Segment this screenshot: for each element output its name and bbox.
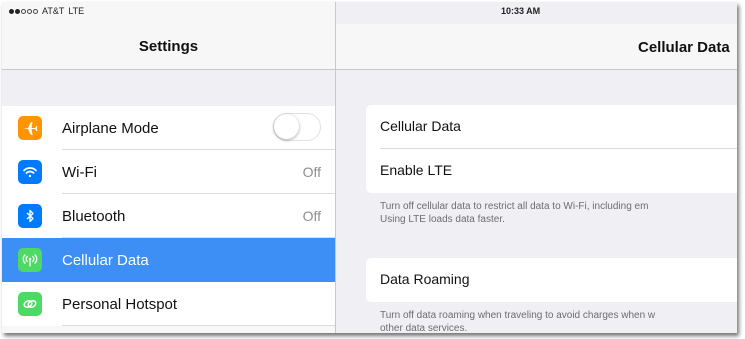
- row-label: Cellular Data: [62, 251, 149, 269]
- footnote-line: Turn off cellular data to restrict all d…: [380, 201, 649, 212]
- settings-row-bluetooth[interactable]: Bluetooth Off: [2, 194, 335, 238]
- cellular-data-row[interactable]: Cellular Data: [366, 105, 737, 149]
- row-label: Bluetooth: [62, 207, 126, 225]
- roaming-settings-group: Data Roaming: [366, 258, 737, 302]
- row-label: Enable LTE: [380, 162, 453, 178]
- footnote-line: Turn off data roaming when traveling to …: [380, 310, 656, 321]
- settings-master-pane: AT&T LTE Settings Airplane Mode Wi-Fi Of…: [2, 2, 336, 333]
- row-label: Personal Hotspot: [62, 295, 178, 313]
- settings-row-airplane-mode[interactable]: Airplane Mode: [2, 106, 335, 150]
- cellular-settings-group: Cellular Data Enable LTE: [366, 105, 737, 193]
- bluetooth-icon: [18, 204, 42, 228]
- row-label: Wi-Fi: [62, 163, 97, 181]
- section-spacer: [2, 70, 335, 106]
- bluetooth-status-value: Off: [302, 208, 321, 224]
- enable-lte-row[interactable]: Enable LTE: [366, 149, 737, 193]
- cellular-detail-pane: 10:33 AM Cellular Data Cellular Data Ena…: [336, 2, 737, 333]
- network-type: LTE: [68, 6, 85, 16]
- antenna-icon: [18, 248, 42, 272]
- settings-row-cellular-data[interactable]: Cellular Data: [2, 238, 335, 282]
- row-label: Data Roaming: [380, 271, 470, 287]
- detail-nav-bar: Cellular Data: [336, 24, 737, 70]
- row-label: Airplane Mode: [62, 119, 159, 137]
- settings-list: Airplane Mode Wi-Fi Off Bluetooth Off Ce…: [2, 106, 335, 326]
- settings-row-personal-hotspot[interactable]: Personal Hotspot: [2, 282, 335, 326]
- toggle-knob: [274, 114, 299, 139]
- wifi-icon: [18, 160, 42, 184]
- carrier-name: AT&T: [42, 6, 65, 16]
- ipad-screen: AT&T LTE Settings Airplane Mode Wi-Fi Of…: [2, 2, 737, 333]
- wifi-status-value: Off: [302, 164, 321, 180]
- data-roaming-row[interactable]: Data Roaming: [366, 258, 737, 302]
- footnote-line: other data services.: [380, 323, 468, 333]
- airplane-icon: [18, 116, 42, 140]
- settings-row-wifi[interactable]: Wi-Fi Off: [2, 150, 335, 194]
- status-time: 10:33 AM: [501, 6, 541, 16]
- footnote-line: Using LTE loads data faster.: [380, 214, 505, 225]
- row-label: Cellular Data: [380, 118, 461, 134]
- roaming-footnote: Turn off data roaming when traveling to …: [380, 309, 737, 333]
- settings-nav-bar: Settings: [2, 24, 335, 70]
- signal-strength-icon: [9, 8, 38, 14]
- settings-title: Settings: [138, 38, 199, 55]
- airplane-mode-toggle[interactable]: [273, 113, 321, 141]
- detail-title: Cellular Data: [638, 39, 730, 56]
- cellular-footnote: Turn off cellular data to restrict all d…: [380, 200, 737, 226]
- hotspot-icon: [18, 292, 42, 316]
- status-bar-left: AT&T LTE: [9, 6, 84, 16]
